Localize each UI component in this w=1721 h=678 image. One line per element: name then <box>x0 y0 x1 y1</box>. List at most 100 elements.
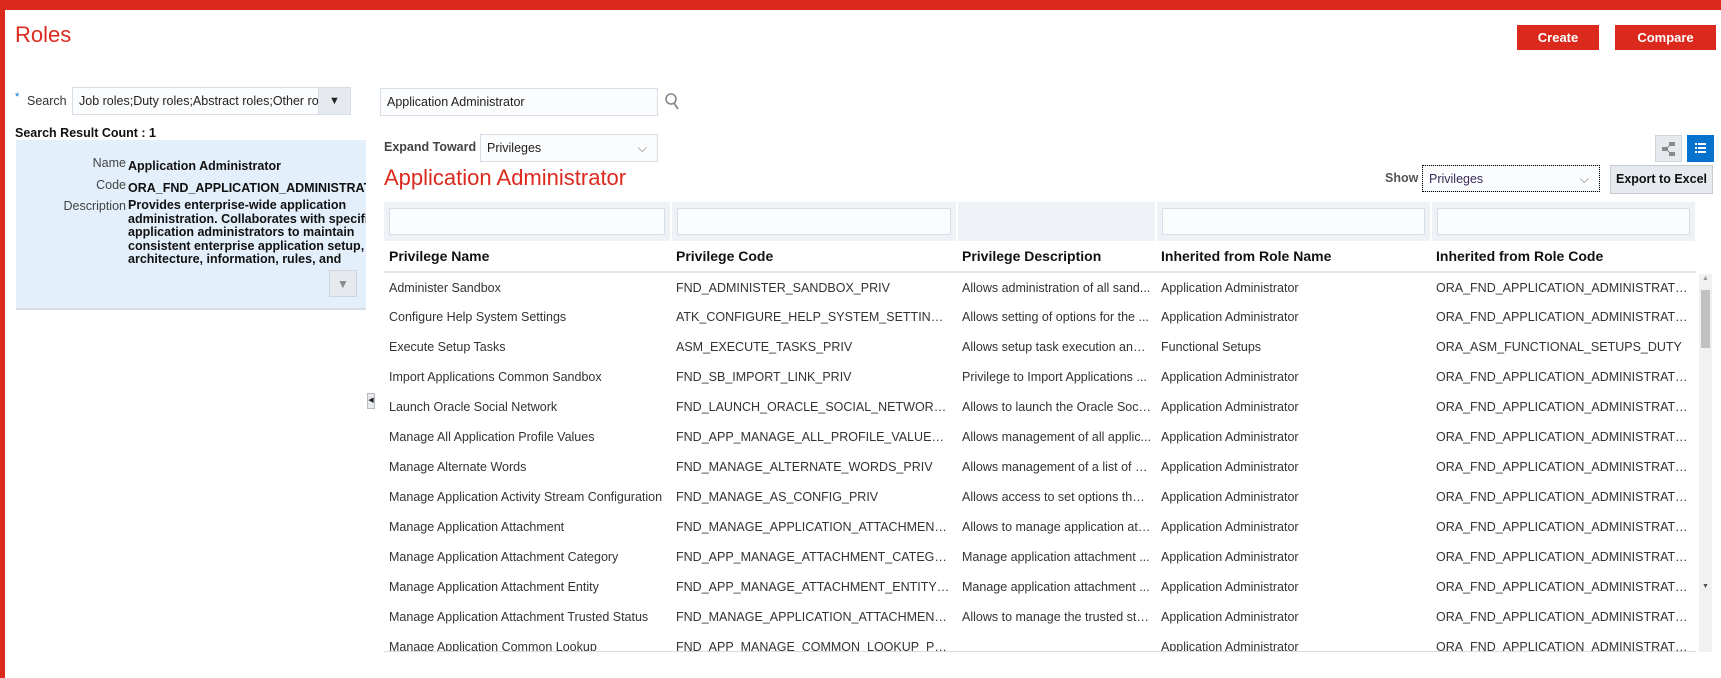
table-row[interactable]: Administer Sandbox FND_ADMINISTER_SANDBOX… <box>384 272 1696 302</box>
filter-privilege-name[interactable] <box>384 202 672 241</box>
expand-toward-label: Expand Toward <box>384 140 477 154</box>
table-row[interactable]: Manage Application Common Lookup FND_APP_… <box>384 632 1696 652</box>
cell-privilege-code: FND_SB_IMPORT_LINK_PRIV <box>676 370 852 384</box>
table-row[interactable]: Launch Oracle Social Network FND_LAUNCH_O… <box>384 392 1696 422</box>
cell-role-name: Application Administrator <box>1161 580 1299 594</box>
cell-privilege-description: Allows to manage application att... <box>962 520 1152 534</box>
name-label: Name <box>92 156 126 170</box>
show-value: Privileges <box>1429 172 1484 186</box>
cell-privilege-description: Manage application attachment ... <box>962 550 1150 564</box>
cell-role-name: Functional Setups <box>1161 340 1262 354</box>
show-select[interactable]: Privileges ⌵ <box>1422 165 1600 192</box>
cell-role-code: ORA_FND_APPLICATION_ADMINISTRATO... <box>1436 580 1696 594</box>
table-row[interactable]: Manage Application Attachment Category FN… <box>384 542 1696 572</box>
table-row[interactable]: Manage All Application Profile Values FND… <box>384 422 1696 452</box>
search-label: Search <box>27 94 67 108</box>
graph-view-button[interactable] <box>1655 135 1682 162</box>
cell-role-name: Application Administrator <box>1161 370 1299 384</box>
cell-privilege-name: Configure Help System Settings <box>389 310 567 324</box>
code-label: Code <box>96 178 126 192</box>
column-header[interactable]: Privilege Name <box>384 241 671 273</box>
filter-role-code[interactable] <box>1431 202 1696 241</box>
expand-description-button[interactable]: ▼ <box>329 270 357 297</box>
cell-role-code: ORA_ASM_FUNCTIONAL_SETUPS_DUTY <box>1436 340 1682 354</box>
cell-privilege-name: Administer Sandbox <box>389 280 501 295</box>
scrollbar-thumb[interactable] <box>1701 290 1710 348</box>
cell-privilege-code: FND_MANAGE_AS_CONFIG_PRIV <box>676 490 879 504</box>
cell-privilege-description: Privilege to Import Applications ... <box>962 370 1147 384</box>
cell-role-name: Application Administrator <box>1161 520 1299 534</box>
cell-privilege-code: FND_ADMINISTER_SANDBOX_PRIV <box>676 280 890 295</box>
role-type-dropdown-button[interactable]: ▼ <box>318 87 351 115</box>
table-row[interactable]: Manage Application Attachment Trusted St… <box>384 602 1696 632</box>
cell-role-code: ORA_FND_APPLICATION_ADMINISTRATO... <box>1436 430 1696 444</box>
cell-privilege-description: Allows administration of all sand... <box>962 280 1151 295</box>
table-scrollbar[interactable]: ▲ ▼ <box>1699 274 1712 652</box>
role-code: ORA_FND_APPLICATION_ADMINISTRATOR_JOB <box>128 181 366 195</box>
collapse-panel-handle[interactable]: ◀ <box>367 393 375 409</box>
cell-role-name: Application Administrator <box>1161 610 1299 624</box>
cell-privilege-name: Manage Application Attachment <box>389 520 565 534</box>
cell-privilege-code: FND_MANAGE_APPLICATION_ATTACHMENT_... <box>676 610 957 624</box>
table-row[interactable]: Manage Alternate Words FND_MANAGE_ALTERNA… <box>384 452 1696 482</box>
brand-edge <box>0 0 5 678</box>
role-type-select[interactable]: Job roles;Duty roles;Abstract roles;Othe… <box>72 87 351 115</box>
column-header[interactable]: Inherited from Role Name <box>1156 241 1431 273</box>
table-row[interactable]: Manage Application Attachment FND_MANAGE_… <box>384 512 1696 542</box>
cell-role-name: Application Administrator <box>1161 550 1299 564</box>
search-icon[interactable] <box>664 92 682 112</box>
required-marker: * <box>15 91 20 103</box>
cell-privilege-description: Allows setting of options for the ... <box>962 310 1149 324</box>
cell-privilege-name: Manage Application Activity Stream Confi… <box>389 490 663 504</box>
column-header[interactable]: Privilege Description <box>957 241 1156 273</box>
export-to-excel-button[interactable]: Export to Excel <box>1610 165 1713 194</box>
filter-privilege-code[interactable] <box>671 202 958 241</box>
cell-privilege-code: FND_APP_MANAGE_ALL_PROFILE_VALUES_... <box>676 430 957 444</box>
expand-toward-select[interactable]: Privileges ⌵ <box>480 134 658 162</box>
cell-role-code: ORA_FND_APPLICATION_ADMINISTRATO... <box>1436 310 1696 324</box>
scroll-up-icon[interactable]: ▲ <box>1702 275 1709 282</box>
table-row[interactable]: Configure Help System Settings ATK_CONFIG… <box>384 302 1696 332</box>
column-header[interactable]: Privilege Code <box>671 241 957 273</box>
role-search-value: Application Administrator <box>387 95 525 109</box>
cell-privilege-description: Allows access to set options that... <box>962 490 1154 504</box>
scroll-down-icon[interactable]: ▼ <box>1702 583 1709 590</box>
cell-role-code: ORA_FND_APPLICATION_ADMINISTRATO... <box>1436 640 1696 652</box>
cell-privilege-description: Allows to launch the Oracle Soci... <box>962 400 1152 414</box>
cell-role-code: ORA_FND_APPLICATION_ADMINISTRATO... <box>1436 610 1696 624</box>
table-row[interactable]: Manage Application Activity Stream Confi… <box>384 482 1696 512</box>
cell-role-code: ORA_FND_APPLICATION_ADMINISTRATO... <box>1436 280 1696 295</box>
table-row[interactable]: Execute Setup Tasks ASM_EXECUTE_TASKS_PRI… <box>384 332 1696 362</box>
compare-roles-button[interactable]: Compare Roles <box>1615 25 1716 70</box>
cell-privilege-code: ATK_CONFIGURE_HELP_SYSTEM_SETTINGS... <box>676 310 957 324</box>
cell-role-code: ORA_FND_APPLICATION_ADMINISTRATO... <box>1436 520 1696 534</box>
search-result-card[interactable]: Name Application Administrator Code ORA_… <box>16 140 366 310</box>
cell-privilege-description: Allows to manage the trusted sta... <box>962 610 1154 624</box>
cell-role-name: Application Administrator <box>1161 280 1299 295</box>
cell-privilege-description: Allows setup task execution and ... <box>962 340 1154 354</box>
cell-privilege-name: Execute Setup Tasks <box>389 340 506 354</box>
brand-bar <box>0 0 1721 10</box>
column-header[interactable]: Inherited from Role Code <box>1431 241 1696 273</box>
table-row[interactable]: Manage Application Attachment Entity FND_… <box>384 572 1696 602</box>
cell-role-code: ORA_FND_APPLICATION_ADMINISTRATO... <box>1436 490 1696 504</box>
table-row[interactable]: Import Applications Common Sandbox FND_SB… <box>384 362 1696 392</box>
page-title: Roles <box>15 22 72 47</box>
cell-role-name: Application Administrator <box>1161 400 1299 414</box>
cell-privilege-code: FND_LAUNCH_ORACLE_SOCIAL_NETWORK_... <box>676 400 957 414</box>
cell-privilege-description: Allows management of a list of u... <box>962 460 1153 474</box>
role-search-input[interactable]: Application Administrator <box>380 88 658 116</box>
list-icon <box>1695 143 1706 153</box>
create-role-button[interactable]: Create Role <box>1517 25 1599 70</box>
cell-role-name: Application Administrator <box>1161 430 1299 444</box>
cell-privilege-code: FND_MANAGE_APPLICATION_ATTACHMENT_... <box>676 520 957 534</box>
cell-role-code: ORA_FND_APPLICATION_ADMINISTRATO... <box>1436 550 1696 564</box>
cell-privilege-description: Allows management of all applic... <box>962 430 1151 444</box>
list-view-button[interactable] <box>1687 135 1714 162</box>
cell-privilege-code: FND_APP_MANAGE_ATTACHMENT_ENTITY_... <box>676 580 955 594</box>
description-label: Description <box>63 199 126 213</box>
filter-role-name[interactable] <box>1156 202 1432 241</box>
cell-role-code: ORA_FND_APPLICATION_ADMINISTRATO... <box>1436 460 1696 474</box>
cell-privilege-name: Manage All Application Profile Values <box>389 430 595 444</box>
role-type-value: Job roles;Duty roles;Abstract roles;Othe… <box>79 94 329 108</box>
